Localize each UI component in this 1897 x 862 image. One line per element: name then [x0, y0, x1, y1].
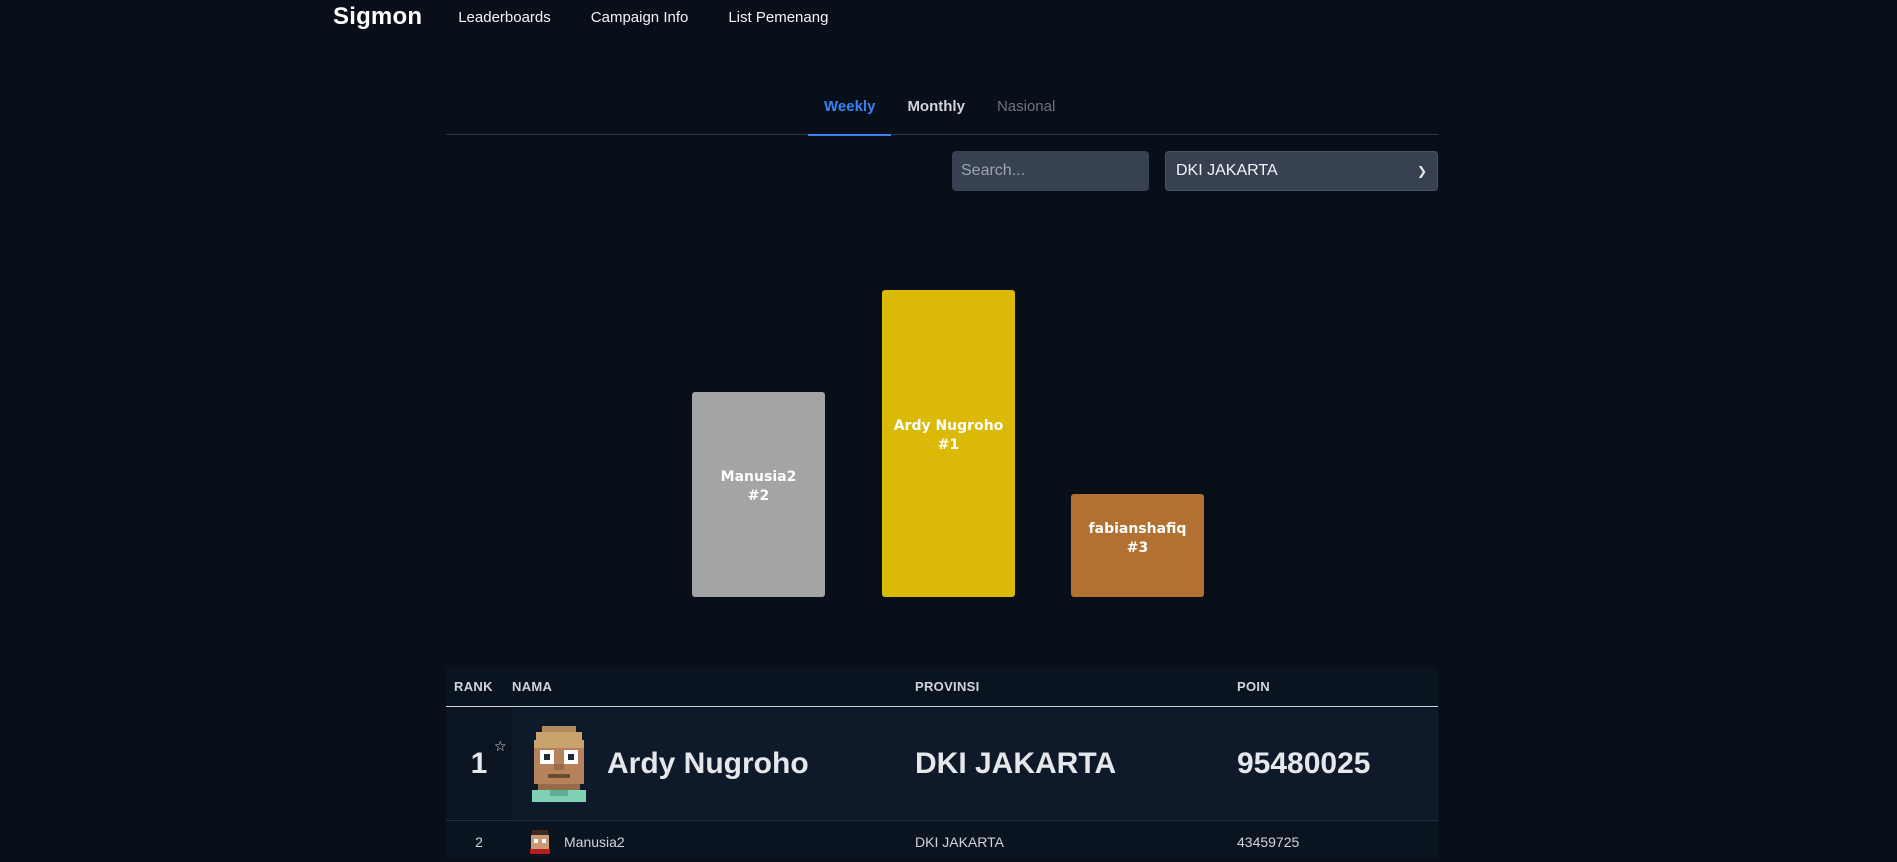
avatar — [530, 830, 550, 854]
row-province: DKI JAKARTA — [915, 747, 1117, 780]
table-header: RANK NAMA PROVINSI POIN — [446, 667, 1438, 707]
tab-nasional[interactable]: Nasional — [981, 88, 1071, 135]
row-name-cell: Ardy Nugroho — [512, 726, 915, 802]
star-icon[interactable]: ☆ — [494, 738, 507, 755]
row-rank-value: 1 — [470, 747, 488, 780]
search-input[interactable] — [952, 151, 1149, 191]
row-rank: 1 ☆ — [446, 708, 512, 820]
avatar — [532, 726, 586, 802]
header-nama: NAMA — [512, 679, 553, 694]
chevron-down-icon: ❯ — [1416, 164, 1427, 178]
province-select-value: DKI JAKARTA — [1176, 162, 1278, 179]
row-name: Manusia2 — [564, 834, 625, 850]
row-name-cell: Manusia2 — [512, 830, 915, 854]
top-nav: Sigmon Leaderboards Campaign Info List P… — [333, 0, 868, 34]
period-tabs: Weekly Monthly Nasional — [446, 88, 1438, 136]
header-poin: POIN — [1237, 679, 1270, 694]
podium-third-name: fabianshafiq — [1088, 521, 1187, 537]
table-row[interactable]: 2 Manusia2 DKI JAKARTA 43459725 — [446, 822, 1438, 862]
nav-link-list-pemenang[interactable]: List Pemenang — [728, 9, 828, 26]
podium-third-rank: #3 — [1126, 540, 1149, 556]
nav-link-campaign-info[interactable]: Campaign Info — [591, 9, 689, 26]
header-provinsi: PROVINSI — [915, 679, 980, 694]
podium-second-name: Manusia2 — [720, 469, 797, 485]
row-name: Ardy Nugroho — [607, 747, 809, 780]
nav-link-leaderboards[interactable]: Leaderboards — [458, 9, 551, 26]
leaderboard-table: RANK NAMA PROVINSI POIN 1 ☆ Ardy Nugroho… — [446, 667, 1438, 859]
brand-logo[interactable]: Sigmon — [333, 3, 422, 31]
podium-third[interactable]: fabianshafiq #3 — [1071, 494, 1204, 597]
row-points: 95480025 — [1237, 747, 1371, 780]
row-province: DKI JAKARTA — [915, 834, 1004, 850]
podium-first-rank: #1 — [937, 437, 960, 453]
podium-first-name: Ardy Nugroho — [893, 418, 1004, 434]
podium-second-rank: #2 — [747, 488, 770, 504]
podium-first[interactable]: Ardy Nugroho #1 — [882, 290, 1015, 597]
tab-weekly[interactable]: Weekly — [808, 88, 892, 136]
tab-monthly[interactable]: Monthly — [891, 88, 981, 135]
podium-second[interactable]: Manusia2 #2 — [692, 392, 825, 597]
row-rank: 2 — [475, 834, 483, 850]
table-row[interactable]: 1 ☆ Ardy Nugroho DKI JAKARTA 95480025 — [446, 708, 1438, 821]
province-select[interactable]: DKI JAKARTA ❯ — [1165, 151, 1438, 191]
row-points: 43459725 — [1237, 834, 1300, 850]
header-rank: RANK — [454, 679, 493, 694]
